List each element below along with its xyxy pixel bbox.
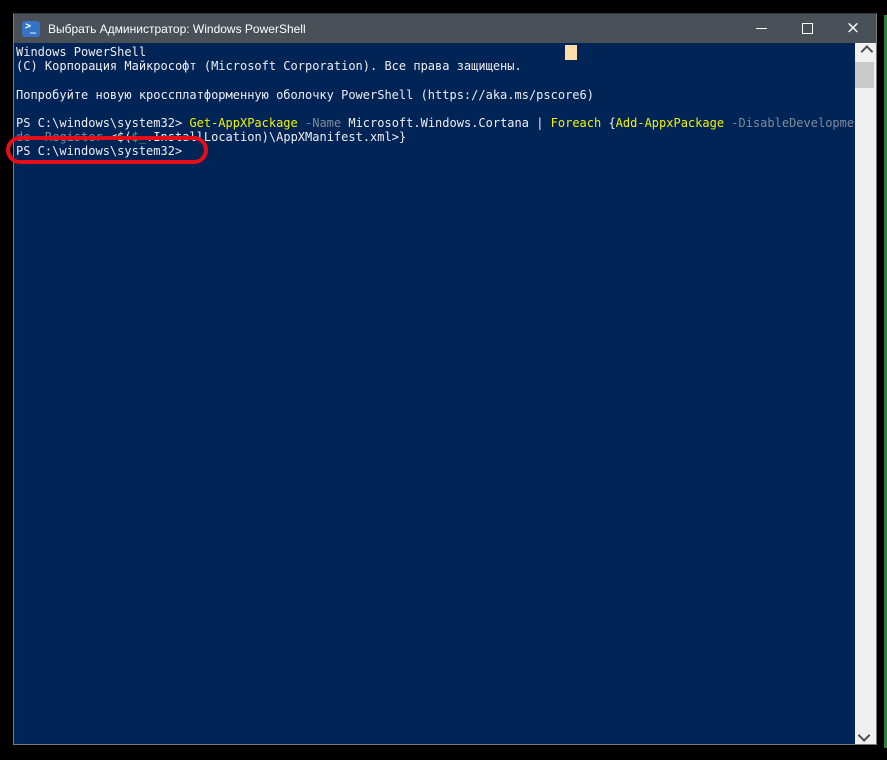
terminal-text-segment: { [601,116,615,130]
scroll-up-button[interactable] [855,43,876,60]
terminal-text-segment: Add-AppxPackage [616,116,724,130]
terminal-text-segment: .InstallLocation)\AppXManifest.xml>} [146,130,406,144]
terminal-text-segment: Get-AppXPackage [189,116,297,130]
chevron-down-icon [858,729,871,742]
terminal-text-segment: de [16,130,30,144]
terminal-text-segment: Microsoft.Windows.Cortana | [341,116,551,130]
terminal-line: PS C:\windows\system32> [16,144,182,158]
scrollbar-thumb[interactable] [855,62,874,88]
terminal-line: (C) Корпорация Майкрософт (Microsoft Cor… [16,59,522,73]
chevron-up-icon [861,45,874,58]
maximize-icon [802,23,813,34]
terminal-line: Windows PowerShell [16,45,146,59]
terminal-text-segment: PS C:\windows\system32> [16,144,182,158]
window-title: Выбрать Администратор: Windows PowerShel… [48,22,306,36]
minimize-icon [756,28,767,29]
maximize-button[interactable] [784,14,830,43]
window-controls: × [738,14,876,43]
powershell-window: > _ Выбрать Администратор: Windows Power… [13,13,877,745]
powershell-icon-underscore: _ [30,23,36,34]
terminal-text-segment: <$( [103,130,132,144]
terminal-text-segment: PS C:\windows\system32> [16,116,189,130]
beige-highlight-marker [565,45,577,60]
terminal-line: PS C:\windows\system32> Get-AppXPackage … [16,116,876,130]
terminal-text-segment: -Register [38,130,103,144]
terminal-text-segment: (C) Корпорация Майкрософт (Microsoft Cor… [16,59,522,73]
terminal-text-segment [298,116,305,130]
close-button[interactable]: × [830,14,876,43]
title-bar[interactable]: > _ Выбрать Администратор: Windows Power… [14,14,876,43]
terminal-text-segment: $_ [132,130,146,144]
terminal-text-segment: Foreach [551,116,602,130]
terminal-line: Попробуйте новую кроссплатформенную обол… [16,88,594,102]
close-icon: × [846,20,860,37]
terminal-text-segment: Попробуйте новую кроссплатформенную обол… [16,88,594,102]
terminal-text-segment: Windows PowerShell [16,45,146,59]
desktop-background: { "window": { "title": "Выбрать Админист… [0,0,887,760]
terminal-text-segment: -Name [305,116,341,130]
vertical-scrollbar[interactable] [855,43,876,744]
terminal-text-segment [30,130,37,144]
powershell-icon[interactable]: > _ [22,21,40,37]
scroll-down-button[interactable] [855,727,876,744]
terminal-line: de -Register <$($_.InstallLocation)\AppX… [16,130,406,144]
minimize-button[interactable] [738,14,784,43]
terminal-output[interactable]: Windows PowerShell(C) Корпорация Майкрос… [14,43,876,744]
